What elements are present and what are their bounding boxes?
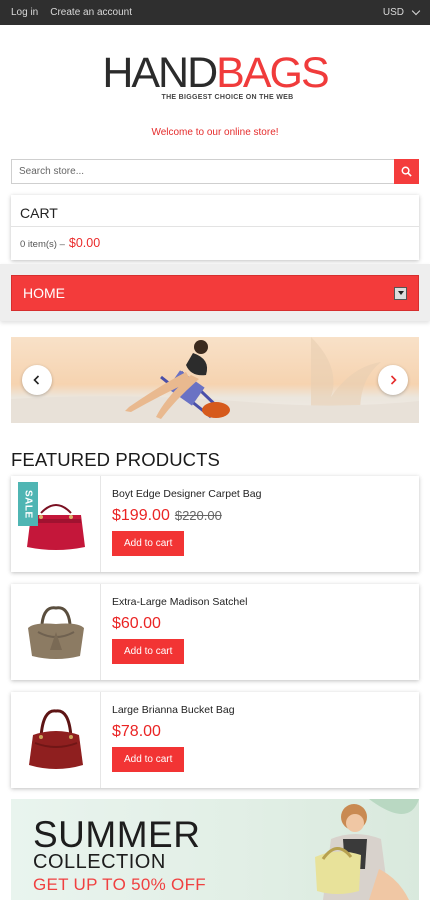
top-bar: Log in Create an account USD (0, 0, 430, 25)
slide-image (11, 337, 419, 423)
banner-line-1: SUMMER (33, 814, 201, 855)
cart-item-count: 0 item(s) – (20, 239, 65, 250)
add-to-cart-button[interactable]: Add to cart (112, 531, 185, 556)
menu-dropdown-icon[interactable] (394, 286, 407, 300)
handbag-image (27, 606, 84, 659)
product-price: $78.00 (112, 723, 161, 740)
welcome-message: Welcome to our online store! (151, 127, 279, 138)
add-to-cart-button[interactable]: Add to cart (112, 747, 185, 772)
featured-products-title: FEATURED PRODUCTS (11, 449, 220, 470)
handbag-image (28, 709, 83, 769)
banner-line-3: GET UP TO 50% OFF (33, 875, 206, 894)
product-image[interactable]: SALE (11, 476, 101, 572)
cart-total: $0.00 (68, 236, 101, 250)
currency-selector[interactable]: USD (382, 6, 421, 18)
cart-title: CART (11, 195, 419, 227)
site-logo[interactable]: HANDBAGS THE BIGGEST CHOICE ON THE WEB (0, 52, 430, 102)
search-icon (401, 166, 412, 177)
banner-line-2: COLLECTION (33, 851, 166, 873)
product-card: Large Brianna Bucket Bag $78.00 Add to c… (11, 692, 419, 788)
product-old-price: $220.00 (174, 508, 222, 523)
summer-collection-banner[interactable]: SUMMER COLLECTION GET UP TO 50% OFF (11, 799, 419, 900)
logo-text-bags: BAGS (216, 49, 329, 97)
product-name[interactable]: Extra-Large Madison Satchel (112, 596, 247, 608)
main-menu[interactable]: HOME (11, 275, 419, 311)
hero-slider (11, 337, 419, 423)
search-button[interactable] (394, 159, 419, 184)
model-image (315, 799, 419, 900)
logo-tagline: THE BIGGEST CHOICE ON THE WEB (161, 94, 294, 101)
slider-next-button[interactable] (378, 365, 408, 395)
chevron-right-icon (390, 375, 397, 385)
product-card: Extra-Large Madison Satchel $60.00 Add t… (11, 584, 419, 680)
nav-container: HOME (0, 264, 430, 321)
product-image[interactable] (11, 584, 101, 680)
currency-label: USD (382, 7, 404, 18)
cart-widget[interactable]: CART 0 item(s) – $0.00 (11, 195, 419, 260)
create-account-link[interactable]: Create an account (50, 7, 132, 18)
chevron-left-icon (33, 375, 40, 385)
product-image[interactable] (11, 692, 101, 788)
product-name[interactable]: Boyt Edge Designer Carpet Bag (112, 488, 261, 500)
logo-text-hand: HAND (102, 49, 218, 97)
add-to-cart-button[interactable]: Add to cart (112, 639, 185, 664)
product-price: $60.00 (112, 615, 161, 632)
slider-prev-button[interactable] (22, 365, 52, 395)
chevron-down-icon (411, 6, 421, 15)
product-price: $199.00 (112, 507, 170, 524)
product-name[interactable]: Large Brianna Bucket Bag (112, 704, 235, 716)
nav-home-label: HOME (23, 285, 65, 301)
sale-badge: SALE (18, 482, 38, 526)
product-card: SALE Boyt Edge Designer Carpet Bag $199.… (11, 476, 419, 572)
login-link[interactable]: Log in (11, 7, 38, 18)
search-bar (11, 159, 419, 184)
search-input[interactable] (11, 159, 394, 184)
